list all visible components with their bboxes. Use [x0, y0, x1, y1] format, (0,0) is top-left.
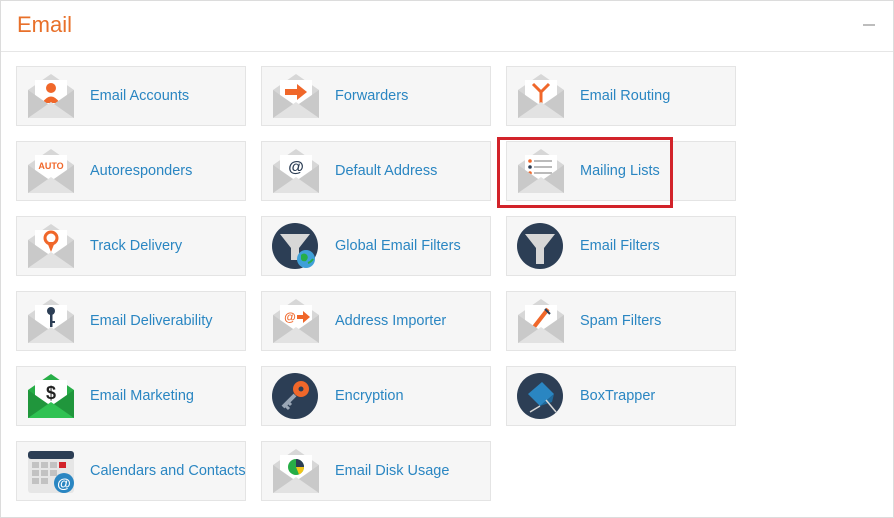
item-label[interactable]: Forwarders — [335, 67, 408, 125]
panel-header: Email — [1, 1, 893, 52]
svg-text:@: @ — [284, 310, 296, 324]
item-label[interactable]: Address Importer — [335, 292, 446, 350]
boxtrapper-icon — [516, 372, 566, 420]
calendars-contacts-item[interactable]: @ Calendars and Contacts — [16, 441, 246, 501]
svg-text:$: $ — [46, 383, 56, 403]
item-label[interactable]: Track Delivery — [90, 217, 182, 275]
highlight-box — [497, 137, 673, 208]
item-label[interactable]: BoxTrapper — [580, 367, 655, 425]
item-label[interactable]: Email Deliverability — [90, 292, 212, 350]
section-title: Email — [17, 12, 73, 37]
spam-filters-icon — [516, 297, 566, 345]
email-filters-icon — [516, 222, 566, 270]
boxtrapper-item[interactable]: BoxTrapper — [506, 366, 736, 426]
email-routing-icon — [516, 72, 566, 120]
calendars-contacts-icon: @ — [26, 447, 76, 495]
email-account-icon — [26, 72, 76, 120]
default-address-item[interactable]: @ Default Address — [261, 141, 491, 201]
minus-icon[interactable] — [863, 24, 875, 26]
item-label[interactable]: Email Marketing — [90, 367, 194, 425]
forwarders-icon — [271, 72, 321, 120]
email-disk-usage-icon — [271, 447, 321, 495]
item-label[interactable]: Email Filters — [580, 217, 660, 275]
item-label[interactable]: Email Routing — [580, 67, 670, 125]
item-label[interactable]: Global Email Filters — [335, 217, 461, 275]
email-marketing-icon: $ — [26, 372, 76, 420]
svg-text:@: @ — [288, 159, 304, 176]
autoresponders-item[interactable]: AUTO Autoresponders — [16, 141, 246, 201]
item-label[interactable]: Encryption — [335, 367, 404, 425]
item-label[interactable]: Calendars and Contacts — [90, 442, 246, 500]
track-delivery-icon — [26, 222, 76, 270]
encryption-item[interactable]: Encryption — [261, 366, 491, 426]
email-marketing-item[interactable]: $ Email Marketing — [16, 366, 246, 426]
email-deliverability-item[interactable]: Email Deliverability — [16, 291, 246, 351]
email-panel: Email Email Accounts Forwarders Email Ro… — [0, 0, 894, 518]
item-label[interactable]: Spam Filters — [580, 292, 661, 350]
address-importer-icon: @ — [271, 297, 321, 345]
item-label[interactable]: Autoresponders — [90, 142, 192, 200]
item-label[interactable]: Email Disk Usage — [335, 442, 449, 500]
encryption-icon — [271, 372, 321, 420]
global-email-filters-icon — [271, 222, 321, 270]
global-email-filters-item[interactable]: Global Email Filters — [261, 216, 491, 276]
autoresponders-icon: AUTO — [26, 147, 76, 195]
svg-text:AUTO: AUTO — [38, 161, 63, 171]
email-routing-item[interactable]: Email Routing — [506, 66, 736, 126]
email-disk-usage-item[interactable]: Email Disk Usage — [261, 441, 491, 501]
default-address-icon: @ — [271, 147, 321, 195]
svg-text:@: @ — [57, 475, 71, 491]
item-label[interactable]: Default Address — [335, 142, 437, 200]
address-importer-item[interactable]: @ Address Importer — [261, 291, 491, 351]
track-delivery-item[interactable]: Track Delivery — [16, 216, 246, 276]
item-label[interactable]: Email Accounts — [90, 67, 189, 125]
email-deliverability-icon — [26, 297, 76, 345]
spam-filters-item[interactable]: Spam Filters — [506, 291, 736, 351]
email-filters-item[interactable]: Email Filters — [506, 216, 736, 276]
forwarders-item[interactable]: Forwarders — [261, 66, 491, 126]
email-accounts-item[interactable]: Email Accounts — [16, 66, 246, 126]
